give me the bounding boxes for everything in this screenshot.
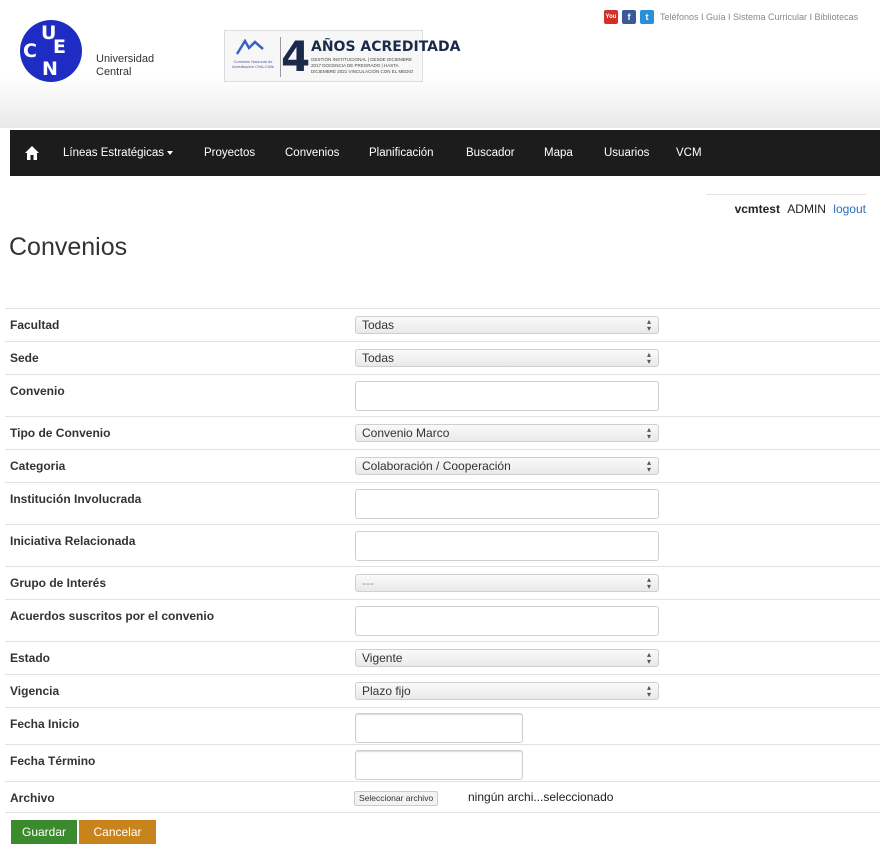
convenio-input[interactable] [355,381,659,411]
form-row-tipo-convenio: Tipo de Convenio Convenio Marco ▴ ▾ [5,416,880,449]
save-button[interactable]: Guardar [11,820,77,844]
institucion-input[interactable] [355,489,659,519]
iniciativa-input[interactable] [355,531,659,561]
form-row-vigencia: Vigencia Plazo fijo ▴ ▾ [5,674,880,707]
site-header: U C E N Universidad Central Comisión Nac… [0,0,880,128]
logo-letter-c: C [23,40,37,62]
vigencia-label: Vigencia [10,684,60,698]
convenio-form: Facultad Todas ▴ ▾ Sede Todas ▴ ▾ Convenio… [5,308,880,813]
twitter-icon[interactable]: t [640,10,654,24]
logo-letter-e: E [53,36,66,58]
file-status: ningún archi...seleccionado [468,790,614,804]
grupo-interes-select[interactable]: --- ▴ ▾ [355,574,659,592]
form-row-sede: Sede Todas ▴ ▾ [5,341,880,374]
cna-logo-icon [235,39,264,55]
fecha-termino-input[interactable] [355,750,523,780]
select-arrows-icon: ▴ ▾ [646,683,651,699]
tipo-convenio-select[interactable]: Convenio Marco ▴ ▾ [355,424,659,442]
sede-select[interactable]: Todas ▴ ▾ [355,349,659,367]
form-row-estado: Estado Vigente ▴ ▾ [5,641,880,674]
form-row-fecha-termino: Fecha Término [5,744,880,781]
form-row-facultad: Facultad Todas ▴ ▾ [5,308,880,341]
accreditation-banner: Comisión Nacional de Acreditación CNA-Ch… [224,30,460,82]
nav-item-buscador[interactable]: Buscador [466,130,515,176]
form-row-institucion: Institución Involucrada [5,482,880,524]
categoria-value: Colaboración / Cooperación [362,459,511,473]
vigencia-value: Plazo fijo [362,684,411,698]
select-arrows-icon: ▴ ▾ [646,650,651,666]
select-arrows-icon: ▴ ▾ [646,458,651,474]
categoria-select[interactable]: Colaboración / Cooperación ▴ ▾ [355,457,659,475]
estado-label: Estado [10,651,51,665]
vigencia-select[interactable]: Plazo fijo ▴ ▾ [355,682,659,700]
main-nav: Líneas Estratégicas Proyectos Convenios … [10,130,880,176]
form-row-convenio: Convenio [5,374,880,416]
select-arrows-icon: ▴ ▾ [646,425,651,441]
top-links[interactable]: Teléfonos I Guía I Sistema Curricular I … [660,10,858,24]
nav-item-convenios[interactable]: Convenios [285,130,339,176]
facultad-select[interactable]: Todas ▴ ▾ [355,316,659,334]
form-row-iniciativa: Iniciativa Relacionada [5,524,880,566]
user-bar: vcmtest ADMIN logout [706,194,866,216]
acuerdos-label: Acuerdos suscritos por el convenio [10,609,215,623]
form-row-categoria: Categoria Colaboración / Cooperación ▴ ▾ [5,449,880,482]
estado-select[interactable]: Vigente ▴ ▾ [355,649,659,667]
divider [706,194,866,195]
accreditation-agency: Comisión Nacional de Acreditación CNA-Ch… [231,59,274,69]
logo-letter-n: N [42,58,58,80]
form-row-acuerdos: Acuerdos suscritos por el convenio [5,599,880,641]
acuerdos-input[interactable] [355,606,659,636]
nav-item-vcm[interactable]: VCM [676,130,702,176]
estado-value: Vigente [362,651,403,665]
accreditation-headline: AÑOS ACREDITADA [311,39,461,55]
username: vcmtest [734,202,780,216]
fecha-inicio-input[interactable] [355,713,523,743]
form-row-grupo-interes: Grupo de Interés --- ▴ ▾ [5,566,880,599]
iniciativa-label: Iniciativa Relacionada [10,534,136,548]
youtube-icon[interactable]: You [604,10,618,24]
grupo-interes-label: Grupo de Interés [10,576,107,590]
nav-item-proyectos[interactable]: Proyectos [204,130,255,176]
nav-item-label: Líneas Estratégicas [63,147,165,159]
file-select-button[interactable]: Seleccionar archivo [354,791,439,806]
facebook-icon[interactable]: f [622,10,636,24]
university-logo[interactable]: U C E N [20,20,82,82]
nav-item-usuarios[interactable]: Usuarios [604,130,649,176]
logout-link[interactable]: logout [833,202,866,216]
cancel-button[interactable]: Cancelar [79,820,156,844]
fecha-inicio-label: Fecha Inicio [10,717,80,731]
tipo-convenio-label: Tipo de Convenio [10,426,111,440]
nav-item-mapa[interactable]: Mapa [544,130,573,176]
select-arrows-icon: ▴ ▾ [646,575,651,591]
form-row-fecha-inicio: Fecha Inicio [5,707,880,744]
nav-item-lineas-estrategicas[interactable]: Líneas Estratégicas [63,130,174,176]
select-arrows-icon: ▴ ▾ [646,350,651,366]
fecha-termino-label: Fecha Término [10,754,96,768]
caret-down-icon [167,150,174,155]
sede-value: Todas [362,351,395,365]
categoria-label: Categoria [10,459,66,473]
convenio-label: Convenio [10,384,65,398]
form-row-archivo: Archivo Seleccionar archivo ningún archi… [5,781,880,813]
accreditation-detail: GESTIÓN INSTITUCIONAL | DESDE DICIEMBRE … [311,57,414,74]
user-role: ADMIN [787,202,826,216]
page-title: Convenios [9,233,128,261]
accreditation-years-number: 4 [281,32,311,81]
archivo-label: Archivo [10,791,55,805]
facultad-value: Todas [362,318,395,332]
select-arrows-icon: ▴ ▾ [646,317,651,333]
sede-label: Sede [10,351,39,365]
facultad-label: Facultad [10,318,60,332]
grupo-interes-value: --- [362,576,374,590]
institucion-label: Institución Involucrada [10,492,142,506]
university-name: Universidad Central [96,53,155,78]
nav-item-planificacion[interactable]: Planificación [369,130,434,176]
tipo-convenio-value: Convenio Marco [362,426,450,440]
home-icon[interactable] [24,145,40,161]
